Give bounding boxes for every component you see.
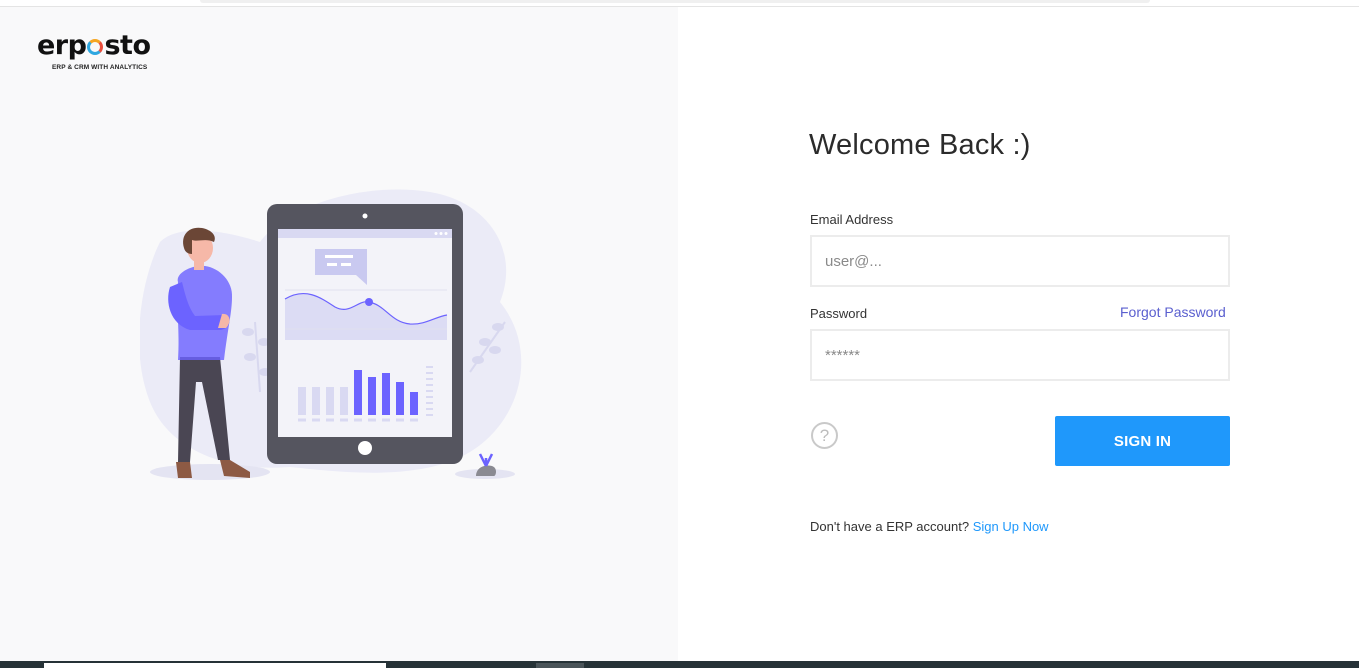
password-input[interactable] [810,329,1230,381]
email-label: Email Address [810,212,894,227]
illustration-panel: erp sto ERP & CRM WITH ANALYTICS [0,7,678,661]
sign-in-button[interactable]: SIGN IN [1055,416,1230,466]
taskbar-segment [44,663,386,668]
login-illustration [140,189,522,480]
logo-wordmark: erp sto [37,31,151,61]
top-strip-bar [200,0,1150,3]
logo-ring-icon [87,39,104,55]
signup-prompt: Don't have a ERP account? [810,519,970,534]
logo-prefix: erp [37,30,87,61]
question-circle-icon[interactable]: ? [811,422,838,449]
brand-logo: erp sto ERP & CRM WITH ANALYTICS [37,31,167,79]
forgot-password-link[interactable]: Forgot Password [1120,304,1226,320]
login-panel: Welcome Back :) Email Address Password F… [678,7,1359,661]
ground-shadow [150,464,270,480]
rock-plant-icon [476,453,496,476]
welcome-title: Welcome Back :) [809,129,1031,161]
email-input[interactable] [810,235,1230,287]
browser-top-strip [0,0,1359,7]
logo-suffix: sto [104,30,151,61]
logo-tagline: ERP & CRM WITH ANALYTICS [52,64,148,71]
sign-up-link[interactable]: Sign Up Now [973,519,1049,534]
taskbar-strip [0,661,1359,668]
password-label: Password [810,306,868,321]
taskbar-segment-dark [536,663,584,668]
tablet-device-icon [267,204,463,464]
signup-row: Don't have a ERP account? Sign Up Now [810,519,1049,534]
